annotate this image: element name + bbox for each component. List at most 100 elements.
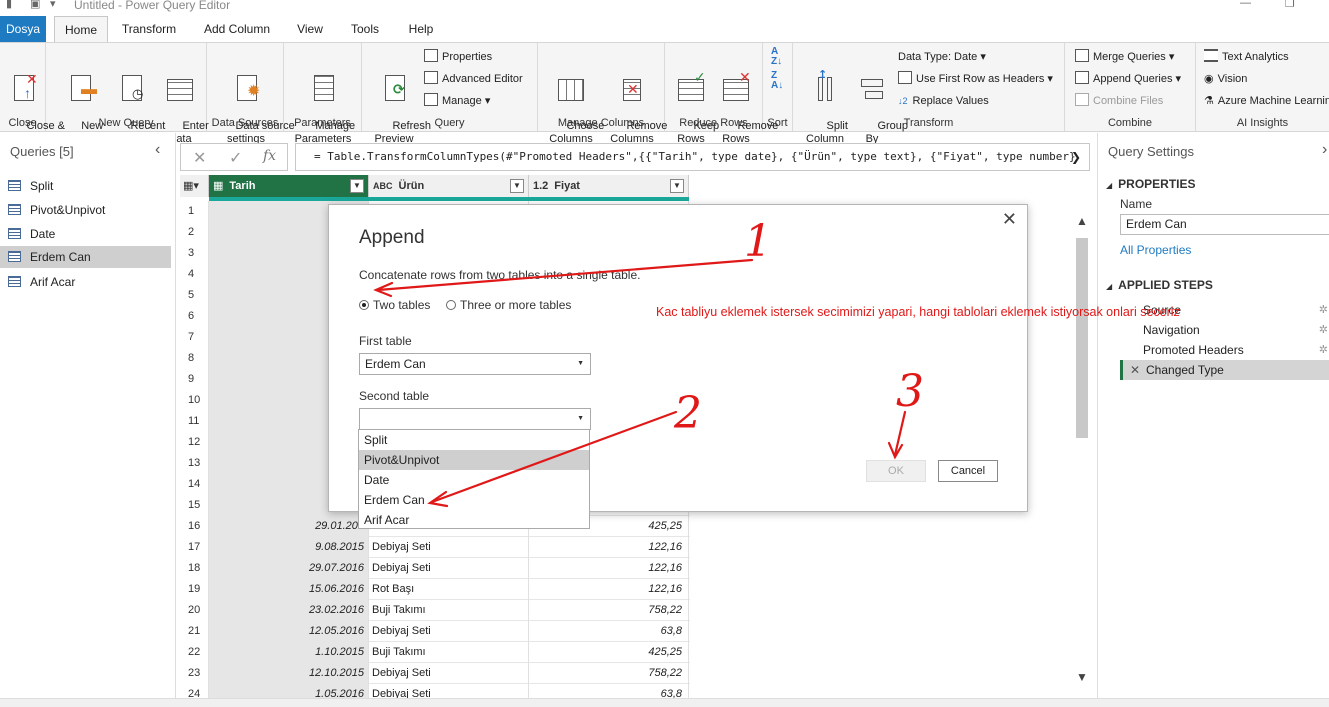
azure-ml-button[interactable]: ⚗ Azure Machine Learning	[1204, 93, 1329, 109]
scroll-down-icon[interactable]: ▼	[1076, 670, 1088, 684]
properties-button[interactable]: Properties	[424, 49, 492, 65]
cell-urun[interactable]: Debiyaj Seti	[369, 663, 529, 684]
cell-tarih[interactable]: 29.01.201	[209, 516, 369, 537]
table-menu-icon[interactable]: ▦▾	[180, 175, 209, 197]
cell-fiyat[interactable]: 758,22	[529, 663, 689, 684]
dropdown-option-highlighted[interactable]: Pivot&Unpivot	[359, 450, 589, 470]
close-pane-icon[interactable]: ›	[1322, 141, 1327, 159]
filter-dropdown-icon[interactable]: ▼	[670, 179, 684, 193]
cell-tarih[interactable]: 12.05.2016	[209, 621, 369, 642]
tab-help[interactable]: Help	[400, 16, 442, 42]
minimize-icon[interactable]: —	[1240, 0, 1251, 9]
table-row[interactable]: 23 12.10.2015 Debiyaj Seti 758,22	[180, 663, 690, 684]
query-item[interactable]: Arif Acar	[0, 271, 171, 293]
cell-tarih[interactable]: 9.08.2015	[209, 537, 369, 558]
formula-bar[interactable]: = Table.TransformColumnTypes(#"Promoted …	[295, 143, 1090, 171]
cell-fiyat[interactable]: 122,16	[529, 537, 689, 558]
gear-icon[interactable]: ✲	[1319, 320, 1328, 340]
second-table-select[interactable]: ▼	[359, 408, 591, 430]
manage-button[interactable]: Manage ▾	[424, 93, 490, 109]
tab-view[interactable]: View	[290, 16, 330, 42]
tab-home[interactable]: Home	[54, 16, 108, 43]
gear-icon[interactable]: ✲	[1319, 340, 1328, 360]
step-item[interactable]: Promoted Headers ✲	[1120, 340, 1329, 360]
two-tables-radio[interactable]: Two tables	[359, 298, 430, 312]
table-row[interactable]: 21 12.05.2016 Debiyaj Seti 63,8	[180, 621, 690, 642]
expand-formula-icon[interactable]: ❯	[1071, 144, 1081, 170]
table-row[interactable]: 19 15.06.2016 Rot Başı 122,16	[180, 579, 690, 600]
cancel-formula-icon[interactable]: ✕	[193, 148, 206, 168]
table-row[interactable]: 20 23.02.2016 Buji Takımı 758,22	[180, 600, 690, 621]
cell-urun[interactable]: Debiyaj Seti	[369, 537, 529, 558]
vision-button[interactable]: ◉ Vision	[1204, 71, 1247, 87]
ok-button[interactable]: OK	[866, 460, 926, 482]
tab-add-column[interactable]: Add Column	[196, 16, 278, 42]
query-item-selected[interactable]: Erdem Can	[0, 246, 171, 268]
quick-access-icon[interactable]: ▾	[50, 0, 56, 10]
append-queries-button[interactable]: Append Queries ▾	[1075, 71, 1181, 87]
cell-tarih[interactable]: 15.06.2016	[209, 579, 369, 600]
advanced-editor-button[interactable]: Advanced Editor	[424, 71, 523, 87]
maximize-icon[interactable]: ❐	[1285, 0, 1295, 10]
use-first-row-button[interactable]: Use First Row as Headers ▾	[898, 71, 1053, 87]
vertical-scrollbar[interactable]: ▲ ▼	[1073, 210, 1089, 690]
filter-dropdown-icon[interactable]: ▼	[350, 179, 364, 193]
scroll-thumb[interactable]	[1076, 238, 1088, 438]
text-analytics-button[interactable]: Text Analytics	[1204, 49, 1289, 65]
sort-ascending-icon[interactable]: A Z↓	[771, 47, 782, 67]
save-icon[interactable]: ▣	[30, 0, 40, 10]
query-item[interactable]: Date	[0, 223, 171, 245]
replace-values-button[interactable]: ↓2 Replace Values	[898, 93, 989, 109]
cell-tarih[interactable]: 29.07.2016	[209, 558, 369, 579]
cell-fiyat[interactable]: 122,16	[529, 579, 689, 600]
tab-file[interactable]: Dosya	[0, 16, 46, 42]
step-item-selected[interactable]: ✕ Changed Type	[1120, 360, 1329, 380]
column-header-urun[interactable]: ABC Ürün ▼	[369, 175, 529, 197]
first-table-select[interactable]: Erdem Can ▼	[359, 353, 591, 375]
step-item[interactable]: Navigation ✲	[1120, 320, 1329, 340]
cell-fiyat[interactable]: 63,8	[529, 621, 689, 642]
tab-tools[interactable]: Tools	[342, 16, 388, 42]
cell-urun[interactable]: Debiyaj Seti	[369, 558, 529, 579]
cell-urun[interactable]: Buji Takımı	[369, 600, 529, 621]
three-tables-radio[interactable]: Three or more tables	[446, 298, 571, 312]
applied-steps-section[interactable]: APPLIED STEPS	[1106, 278, 1213, 292]
merge-queries-button[interactable]: Merge Queries ▾	[1075, 49, 1174, 65]
cell-urun[interactable]: Rot Başı	[369, 579, 529, 600]
dropdown-option[interactable]: Date	[359, 470, 589, 490]
scroll-up-icon[interactable]: ▲	[1076, 214, 1088, 228]
gear-icon[interactable]: ✲	[1319, 300, 1328, 320]
tab-transform[interactable]: Transform	[116, 16, 182, 42]
cell-tarih[interactable]: 1.10.2015	[209, 642, 369, 663]
query-item[interactable]: Pivot&Unpivot	[0, 199, 171, 221]
table-row[interactable]: 17 9.08.2015 Debiyaj Seti 122,16	[180, 537, 690, 558]
dropdown-option[interactable]: Erdem Can	[359, 490, 589, 510]
cell-fiyat[interactable]: 122,16	[529, 558, 689, 579]
sort-descending-icon[interactable]: Z A↓	[771, 71, 783, 91]
filter-dropdown-icon[interactable]: ▼	[510, 179, 524, 193]
data-type-dropdown[interactable]: Data Type: Date ▾	[898, 49, 986, 65]
fx-icon[interactable]: fx	[263, 148, 276, 164]
combine-files-button[interactable]: Combine Files	[1075, 93, 1163, 109]
properties-section[interactable]: PROPERTIES	[1106, 177, 1195, 191]
dropdown-option[interactable]: Split	[359, 430, 589, 450]
confirm-formula-icon[interactable]: ✓	[229, 148, 242, 168]
collapse-chevron-icon[interactable]: ‹	[155, 141, 160, 159]
cell-tarih[interactable]: 12.10.2015	[209, 663, 369, 684]
table-row[interactable]: 18 29.07.2016 Debiyaj Seti 122,16	[180, 558, 690, 579]
cell-urun[interactable]: Buji Takımı	[369, 642, 529, 663]
cell-urun[interactable]: Debiyaj Seti	[369, 621, 529, 642]
column-header-tarih[interactable]: ▦ Tarih ▼	[209, 175, 369, 197]
table-row[interactable]: 22 1.10.2015 Buji Takımı 425,25	[180, 642, 690, 663]
query-item[interactable]: Split	[0, 175, 171, 197]
delete-step-icon[interactable]: ✕	[1130, 360, 1140, 380]
column-header-fiyat[interactable]: 1.2 Fiyat ▼	[529, 175, 689, 197]
close-icon[interactable]: ✕	[1002, 209, 1017, 230]
name-input[interactable]: Erdem Can	[1120, 214, 1329, 235]
all-properties-link[interactable]: All Properties	[1120, 243, 1191, 257]
dropdown-option[interactable]: Arif Acar	[359, 510, 589, 530]
cell-tarih[interactable]: 23.02.2016	[209, 600, 369, 621]
cell-fiyat[interactable]: 758,22	[529, 600, 689, 621]
cell-fiyat[interactable]: 425,25	[529, 642, 689, 663]
cancel-button[interactable]: Cancel	[938, 460, 998, 482]
